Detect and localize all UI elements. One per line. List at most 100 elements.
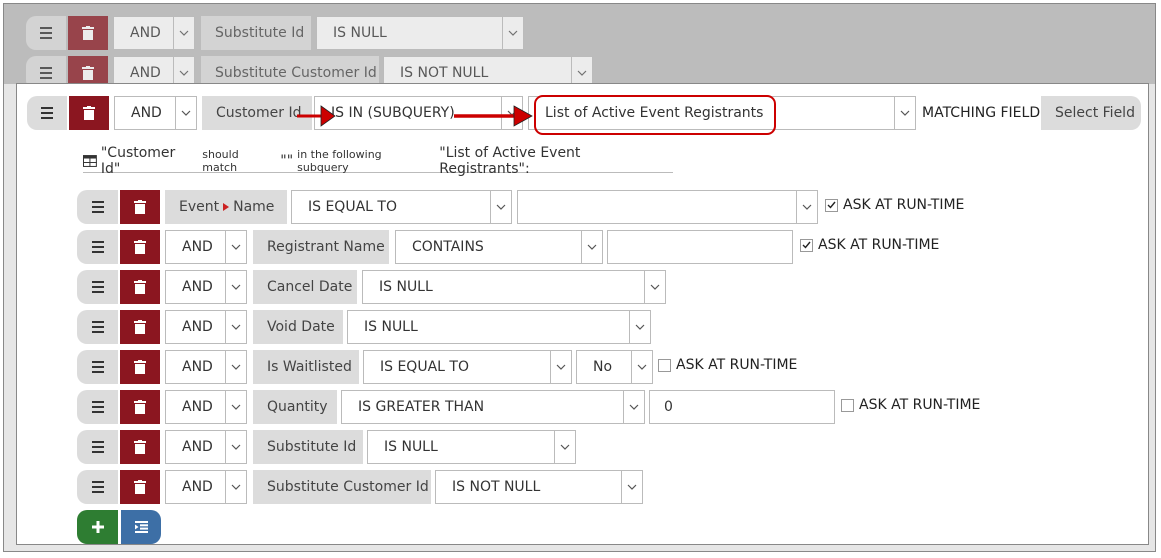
logic-select[interactable]: AND: [165, 230, 247, 264]
operator-select[interactable]: IS GREATER THAN: [341, 390, 645, 424]
field-label: Customer Id: [216, 105, 302, 121]
chevron-down-icon: [490, 191, 511, 223]
trash-icon: [134, 400, 146, 414]
field-chip[interactable]: Event Name: [165, 190, 287, 224]
value-select[interactable]: [517, 190, 818, 224]
drag-handle[interactable]: [77, 390, 118, 424]
drag-handle[interactable]: [77, 470, 118, 504]
field-chip[interactable]: Substitute Customer Id: [253, 470, 431, 504]
operator-select[interactable]: IS EQUAL TO: [291, 190, 512, 224]
delete-button[interactable]: [120, 310, 160, 344]
operator-select[interactable]: IS NULL: [367, 430, 576, 464]
drag-handle[interactable]: [77, 190, 118, 224]
chevron-down-icon: [173, 17, 194, 49]
field-chip[interactable]: Registrant Name: [253, 230, 389, 264]
chevron-down-icon: [554, 431, 575, 463]
chevron-down-icon: [225, 351, 246, 383]
delete-button[interactable]: [120, 430, 160, 464]
delete-button[interactable]: [120, 470, 160, 504]
drag-handle[interactable]: [77, 230, 118, 264]
delete-button[interactable]: [120, 230, 160, 264]
operator-select[interactable]: IS EQUAL TO: [363, 350, 572, 384]
chevron-down-icon: [225, 271, 246, 303]
logic-select[interactable]: AND: [165, 390, 247, 424]
operator-select[interactable]: IS NOT NULL: [435, 470, 643, 504]
drag-handle[interactable]: [77, 270, 118, 304]
ask-at-runtime-checkbox[interactable]: ASK AT RUN-TIME: [825, 190, 975, 220]
drag-handle[interactable]: [77, 350, 118, 384]
value-input[interactable]: 0: [649, 390, 835, 424]
field-label: Cancel Date: [267, 279, 353, 295]
delete-button[interactable]: [69, 96, 109, 130]
chevron-down-icon: [796, 191, 817, 223]
select-field-label: Select Field: [1055, 105, 1135, 121]
menu-icon: [91, 206, 104, 208]
drag-handle[interactable]: [27, 96, 67, 130]
ask-at-runtime-checkbox[interactable]: ASK AT RUN-TIME: [658, 350, 808, 380]
chevron-down-icon: [175, 97, 196, 129]
chevron-down-icon: [621, 471, 642, 503]
operator-select[interactable]: IS NULL: [347, 310, 651, 344]
chevron-down-icon: [225, 431, 246, 463]
field-label: Substitute Customer Id: [267, 479, 429, 495]
operator-value: IS NULL: [333, 25, 387, 41]
logic-value: AND: [182, 239, 213, 255]
field-chip[interactable]: Is Waitlisted: [253, 350, 359, 384]
delete-button[interactable]: [120, 190, 160, 224]
operator-value: IS NOT NULL: [452, 479, 541, 495]
add-condition-button[interactable]: [77, 510, 118, 544]
logic-value: AND: [182, 359, 213, 375]
chevron-down-icon: [225, 311, 246, 343]
delete-button[interactable]: [120, 350, 160, 384]
operator-value: IS NULL: [364, 319, 418, 335]
logic-select[interactable]: AND: [165, 310, 247, 344]
add-group-button[interactable]: [121, 510, 161, 544]
logic-value: AND: [130, 65, 161, 81]
operator-value: IS NULL: [379, 279, 433, 295]
value: No: [593, 359, 613, 375]
subquery-info-line: "Customer Id" should match "" in the fol…: [83, 145, 673, 177]
field-chip[interactable]: Cancel Date: [253, 270, 357, 304]
select-field-button[interactable]: Select Field: [1041, 96, 1141, 130]
logic-select[interactable]: AND: [165, 270, 247, 304]
info-text: in the following subquery: [297, 148, 382, 174]
field-chip[interactable]: Void Date: [253, 310, 343, 344]
delete-button[interactable]: [120, 390, 160, 424]
field-chip[interactable]: Customer Id: [202, 96, 312, 130]
checkbox-icon: [841, 398, 854, 412]
value-select[interactable]: No: [576, 350, 653, 384]
trash-icon: [134, 440, 146, 454]
table-icon: [83, 155, 97, 167]
matching-field-label: MATCHING FIELD:: [922, 105, 1045, 121]
field-label: Registrant Name: [267, 239, 385, 255]
drag-handle[interactable]: [77, 430, 118, 464]
operator-value: IS NULL: [384, 439, 438, 455]
logic-select[interactable]: AND: [113, 16, 195, 50]
logic-select[interactable]: AND: [114, 96, 197, 130]
field-label: Void Date: [267, 319, 335, 335]
drag-handle[interactable]: [26, 16, 66, 50]
value-input[interactable]: [607, 230, 793, 264]
drag-handle[interactable]: [77, 310, 118, 344]
ask-at-runtime-checkbox[interactable]: ASK AT RUN-TIME: [841, 390, 991, 420]
field-parent-label: Event: [179, 199, 220, 215]
trash-icon: [82, 26, 94, 40]
field-chip[interactable]: Substitute Id: [253, 430, 363, 464]
logic-select[interactable]: AND: [165, 430, 247, 464]
caret-right-icon: [223, 203, 230, 211]
logic-select[interactable]: AND: [165, 470, 247, 504]
field-label: Is Waitlisted: [267, 359, 352, 375]
delete-button[interactable]: [68, 16, 108, 50]
checkbox-icon: [800, 238, 813, 252]
operator-select[interactable]: CONTAINS: [395, 230, 603, 264]
logic-select[interactable]: AND: [165, 350, 247, 384]
field-chip[interactable]: Substitute Id: [201, 16, 311, 50]
condition-row: AND Is Waitlisted IS EQUAL TO No ASK AT …: [77, 350, 877, 384]
delete-button[interactable]: [120, 270, 160, 304]
chevron-down-icon: [550, 351, 571, 383]
operator-select[interactable]: IS NULL: [316, 16, 524, 50]
operator-select[interactable]: IS NULL: [362, 270, 666, 304]
field-chip[interactable]: Quantity: [253, 390, 337, 424]
ask-label: ASK AT RUN-TIME: [843, 197, 965, 213]
ask-at-runtime-checkbox[interactable]: ASK AT RUN-TIME: [800, 230, 950, 260]
